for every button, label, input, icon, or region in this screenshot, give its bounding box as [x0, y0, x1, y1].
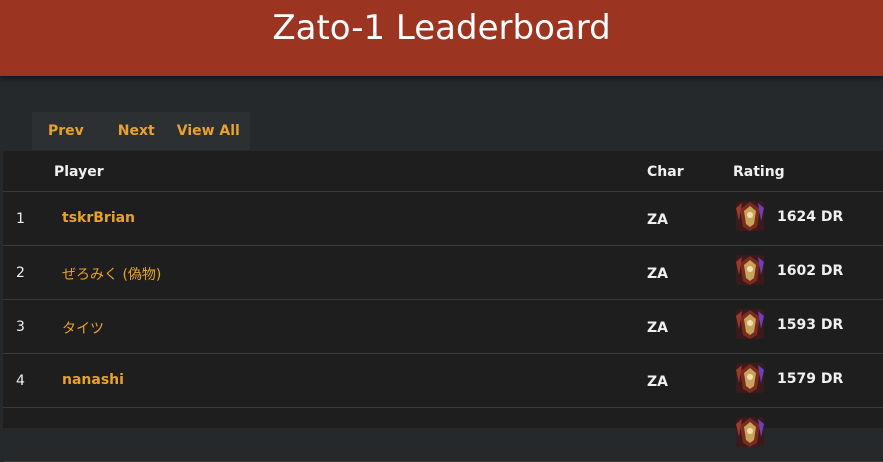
rating-value: 1579 DR	[777, 371, 844, 387]
character-label: ZA	[647, 374, 668, 390]
view-all-link[interactable]: View All	[169, 112, 250, 150]
page-title: Zato-1 Leaderboard	[272, 8, 611, 48]
rank-badge-icon	[733, 361, 767, 395]
table-row: 3 タイツ ZA 1593 DR	[3, 300, 883, 354]
table-row	[3, 408, 883, 462]
player-link[interactable]: nanashi	[62, 372, 124, 388]
rank-number: 3	[16, 319, 25, 335]
player-link[interactable]: タイツ	[62, 318, 104, 338]
column-header-rating: Rating	[733, 164, 785, 180]
next-link[interactable]: Next	[110, 112, 169, 150]
pagination-nav: Prev Next View All	[32, 112, 250, 150]
column-header-player: Player	[54, 164, 104, 180]
rank-badge-icon	[733, 199, 767, 233]
rank-number: 2	[16, 265, 25, 281]
rank-number: 4	[16, 373, 25, 389]
rating-value: 1593 DR	[777, 317, 844, 333]
table-row: 1 tskrBrian ZA 1624 DR	[3, 192, 883, 246]
table-header: Player Char Rating	[3, 151, 883, 192]
character-label: ZA	[647, 212, 668, 228]
rank-badge-icon	[733, 415, 767, 449]
character-label: ZA	[647, 266, 668, 282]
player-link[interactable]: ぜろみく (偽物)	[62, 264, 161, 284]
player-link[interactable]: tskrBrian	[62, 210, 135, 226]
rank-badge-icon	[733, 253, 767, 287]
column-header-char: Char	[647, 164, 684, 180]
rank-badge-icon	[733, 307, 767, 341]
rating-value: 1624 DR	[777, 209, 844, 225]
prev-link[interactable]: Prev	[32, 112, 110, 150]
leaderboard-table: Player Char Rating 1 tskrBrian ZA 1624 D…	[3, 151, 883, 462]
page-header: Zato-1 Leaderboard	[0, 0, 883, 76]
rank-number: 1	[16, 211, 25, 227]
rating-value: 1602 DR	[777, 263, 844, 279]
table-row: 4 nanashi ZA 1579 DR	[3, 354, 883, 408]
table-row: 2 ぜろみく (偽物) ZA 1602 DR	[3, 246, 883, 300]
character-label: ZA	[647, 320, 668, 336]
